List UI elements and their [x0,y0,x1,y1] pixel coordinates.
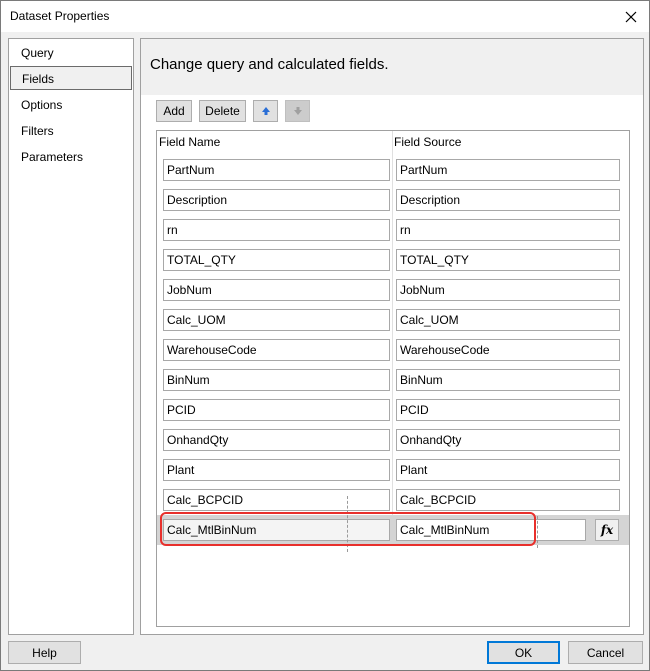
field-name-input[interactable]: OnhandQty [163,429,390,451]
content-panel: Change query and calculated fields. Add … [140,38,644,635]
expression-button[interactable]: fx [595,519,619,541]
nav-item-options[interactable]: Options [10,93,132,117]
ok-button[interactable]: OK [487,641,560,664]
fields-grid: Field Name Field Source PartNum PartNum … [156,130,630,627]
content-header: Change query and calculated fields. [141,39,643,95]
nav-item-filters[interactable]: Filters [10,119,132,143]
field-name-input[interactable]: rn [163,219,390,241]
field-name-input[interactable]: BinNum [163,369,390,391]
field-name-input[interactable]: Description [163,189,390,211]
field-name-input[interactable]: Calc_UOM [163,309,390,331]
nav-item-query[interactable]: Query [10,41,132,65]
field-name-input[interactable]: Calc_BCPCID [163,489,390,511]
table-row[interactable]: Description Description [157,185,629,215]
page-title: Change query and calculated fields. [150,56,389,73]
field-source-input[interactable]: Calc_MtlBinNum [396,519,586,541]
title-bar: Dataset Properties [1,1,649,32]
field-name-input[interactable]: PCID [163,399,390,421]
nav-item-parameters[interactable]: Parameters [10,145,132,169]
table-row[interactable]: Calc_UOM Calc_UOM [157,305,629,335]
close-icon [625,11,637,22]
column-header-field-source: Field Source [394,135,462,149]
field-name-input[interactable]: WarehouseCode [163,339,390,361]
cancel-button[interactable]: Cancel [568,641,643,664]
table-row[interactable]: BinNum BinNum [157,365,629,395]
field-name-input[interactable]: TOTAL_QTY [163,249,390,271]
field-source-input[interactable]: rn [396,219,620,241]
table-row[interactable]: rn rn [157,215,629,245]
nav-item-fields[interactable]: Fields [10,66,132,90]
delete-button[interactable]: Delete [199,100,246,122]
field-name-input[interactable]: Plant [163,459,390,481]
field-source-input[interactable]: PartNum [396,159,620,181]
table-row[interactable]: Calc_BCPCID Calc_BCPCID [157,485,629,515]
table-row-selected[interactable]: Calc_MtlBinNum Calc_MtlBinNum fx [157,515,629,545]
table-row[interactable]: TOTAL_QTY TOTAL_QTY [157,245,629,275]
table-row[interactable]: WarehouseCode WarehouseCode [157,335,629,365]
field-source-input[interactable]: PCID [396,399,620,421]
expression-icon: fx [600,523,614,537]
table-row[interactable]: Plant Plant [157,455,629,485]
column-header-field-name: Field Name [159,135,221,149]
help-button[interactable]: Help [8,641,81,664]
field-source-input[interactable]: JobNum [396,279,620,301]
table-row[interactable]: PartNum PartNum [157,155,629,185]
move-down-button[interactable] [285,100,310,122]
field-source-input[interactable]: Description [396,189,620,211]
table-row[interactable]: OnhandQty OnhandQty [157,425,629,455]
field-source-input[interactable]: OnhandQty [396,429,620,451]
add-button[interactable]: Add [156,100,192,122]
field-source-input[interactable]: Plant [396,459,620,481]
close-button[interactable] [613,1,649,32]
table-row[interactable]: PCID PCID [157,395,629,425]
up-arrow-icon [261,107,270,115]
dataset-properties-dialog: Dataset Properties Query Fields Options … [0,0,650,671]
field-source-input[interactable]: WarehouseCode [396,339,620,361]
field-source-input[interactable]: Calc_BCPCID [396,489,620,511]
down-arrow-icon [293,107,302,115]
nav-panel: Query Fields Options Filters Parameters [8,38,134,635]
field-name-input[interactable]: PartNum [163,159,390,181]
field-source-input[interactable]: BinNum [396,369,620,391]
field-source-input[interactable]: Calc_UOM [396,309,620,331]
move-up-button[interactable] [253,100,278,122]
field-name-input[interactable]: JobNum [163,279,390,301]
field-source-input[interactable]: TOTAL_QTY [396,249,620,271]
window-title: Dataset Properties [10,9,110,23]
field-name-input[interactable]: Calc_MtlBinNum [163,519,390,541]
table-row[interactable]: JobNum JobNum [157,275,629,305]
